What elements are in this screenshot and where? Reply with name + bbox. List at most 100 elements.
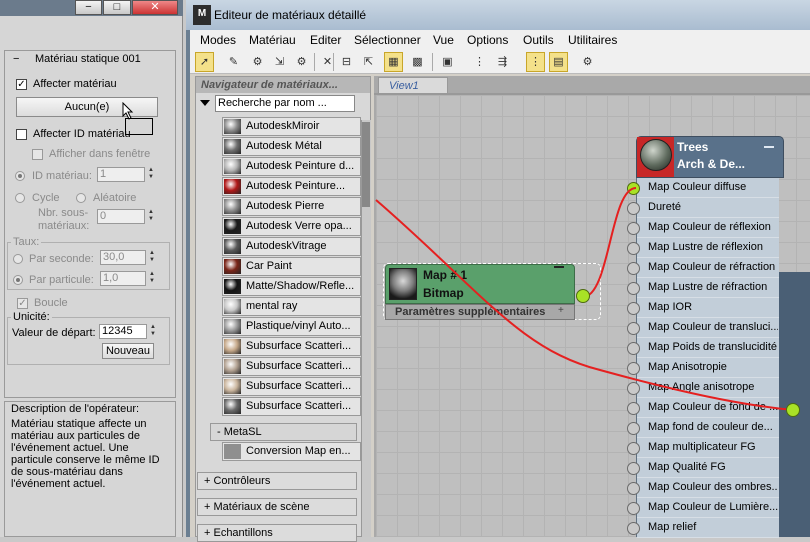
material-slot[interactable]: Map Poids de translucidité [627, 338, 779, 358]
assign-to-selection-icon[interactable]: ⇲ [270, 52, 289, 72]
material-item[interactable]: AutodeskVitrage [222, 237, 361, 256]
slot-input-port[interactable] [627, 322, 640, 335]
material-item[interactable]: Plastique/vinyl Auto... [222, 317, 361, 336]
slot-input-port[interactable] [627, 522, 640, 535]
additional-params-rollout[interactable]: Paramètres supplémentaires [385, 304, 575, 320]
navigator-options-icon[interactable] [200, 100, 210, 106]
material-slot[interactable]: Map Couleur de réfraction [627, 258, 779, 278]
slot-input-port[interactable] [627, 282, 640, 295]
put-to-scene-icon[interactable]: ⚙ [248, 52, 267, 72]
material-slot[interactable]: Map Lustre de réflexion [627, 238, 779, 258]
show-map-icon[interactable]: ▦ [384, 52, 403, 72]
pick-material-icon[interactable]: ✎ [224, 52, 243, 72]
assign-material-id-checkbox[interactable] [16, 129, 27, 140]
material-slot[interactable]: Map Couleur des ombres... [627, 478, 779, 498]
material-node-collapse-icon[interactable] [764, 146, 774, 148]
material-id-spinner[interactable]: ▲ ▼ [147, 167, 155, 182]
per-second-field[interactable]: 30,0 [100, 250, 146, 265]
sub-material-count-spinner[interactable]: ▲ ▼ [147, 209, 155, 224]
material-slot[interactable]: Map Qualité FG [627, 458, 779, 478]
material-slot[interactable]: Map fond de couleur de... [627, 418, 779, 438]
slot-input-port[interactable] [627, 382, 640, 395]
parameter-editor-icon[interactable]: ▤ [549, 52, 568, 72]
background-icon[interactable]: ▩ [408, 52, 427, 72]
menu-select[interactable]: Sélectionner [354, 33, 421, 47]
slot-input-port[interactable] [627, 362, 640, 375]
material-slot[interactable]: Map multiplicateur FG [627, 438, 779, 458]
material-item[interactable]: AutodeskMiroir [222, 117, 361, 136]
material-id-field[interactable]: 1 [97, 167, 145, 182]
metasl-category[interactable]: - MetaSL [210, 423, 357, 441]
copy-icon[interactable]: ✕ [318, 52, 337, 72]
material-slot[interactable]: Map Couleur de Lumière... [627, 498, 779, 518]
cycle-radio[interactable] [15, 193, 25, 203]
material-slot[interactable]: Map Angle anisotrope [627, 378, 779, 398]
menu-options[interactable]: Options [467, 33, 508, 47]
slot-input-port[interactable] [627, 402, 640, 415]
material-slot[interactable]: Map Anisotropie [627, 358, 779, 378]
material-item[interactable]: Autodesk Verre opa... [222, 217, 361, 236]
sub-material-count-field[interactable]: 0 [97, 209, 145, 224]
material-item[interactable]: mental ray [222, 297, 361, 316]
per-particle-field[interactable]: 1,0 [100, 271, 146, 286]
scene-materials-category[interactable]: + Matériaux de scène [197, 498, 357, 516]
expand-icon[interactable]: + [558, 305, 564, 316]
layout-icon[interactable]: ⋮ [470, 52, 489, 72]
slot-input-port[interactable] [627, 242, 640, 255]
material-slot[interactable]: Dureté [627, 198, 779, 218]
material-map-navigator-icon[interactable]: ⋮ [526, 52, 545, 72]
loop-checkbox[interactable]: ✓ [17, 298, 28, 309]
material-slot[interactable]: Map relief [627, 518, 779, 538]
navigator-search-input[interactable]: Recherche par nom ... [215, 95, 355, 112]
menu-view[interactable]: Vue [433, 33, 454, 47]
offscreen-output-port[interactable] [786, 403, 800, 417]
random-radio[interactable] [76, 193, 86, 203]
material-item[interactable]: Subsurface Scatteri... [222, 357, 361, 376]
slot-input-port[interactable] [627, 302, 640, 315]
material-slot[interactable]: Map Couleur diffuse [627, 178, 779, 198]
per-particle-radio[interactable] [13, 275, 23, 285]
assign-material-checkbox[interactable]: ✓ [16, 79, 27, 90]
move-children-icon[interactable]: ⊟ [337, 52, 356, 72]
slot-input-port[interactable] [627, 442, 640, 455]
per-second-radio[interactable] [13, 254, 23, 264]
menu-modes[interactable]: Modes [200, 33, 236, 47]
navigator-scroll-thumb[interactable] [362, 122, 370, 207]
per-particle-spinner[interactable]: ▲ ▼ [148, 271, 156, 286]
sample-type-icon[interactable]: ▣ [438, 52, 457, 72]
material-item[interactable]: Autodesk Pierre [222, 197, 361, 216]
reset-icon[interactable]: ⚙ [292, 52, 311, 72]
menu-edit[interactable]: Editer [310, 33, 341, 47]
show-in-viewport-icon[interactable]: ⇱ [359, 52, 378, 72]
slot-input-port[interactable] [627, 222, 640, 235]
rollout-collapse-icon[interactable]: − [13, 53, 19, 65]
bitmap-output-port[interactable] [576, 289, 590, 303]
material-none-button[interactable]: Aucun(e) [16, 97, 158, 117]
material-slot[interactable]: Map Couleur de fond de ... [627, 398, 779, 418]
menu-tools[interactable]: Outils [523, 33, 554, 47]
material-slot[interactable]: Map Couleur de transluci... [627, 318, 779, 338]
show-in-viewport-checkbox[interactable] [32, 149, 43, 160]
material-slot[interactable]: Map IOR [627, 298, 779, 318]
layout-children-icon[interactable]: ⇶ [493, 52, 512, 72]
menu-material[interactable]: Matériau [249, 33, 296, 47]
material-item[interactable]: Autodesk Métal [222, 137, 361, 156]
material-item[interactable]: Subsurface Scatteri... [222, 397, 361, 416]
seed-field[interactable]: 12345 [99, 324, 147, 339]
menu-utilities[interactable]: Utilitaires [568, 33, 617, 47]
material-item[interactable]: Subsurface Scatteri... [222, 377, 361, 396]
material-id-radio[interactable] [15, 171, 25, 181]
conversion-map-item[interactable]: Conversion Map en... [222, 442, 361, 461]
view-tab[interactable]: View1 [378, 77, 448, 94]
slot-input-port[interactable] [627, 342, 640, 355]
material-item[interactable]: Subsurface Scatteri... [222, 337, 361, 356]
maximize-button[interactable]: □ [103, 0, 131, 15]
per-second-spinner[interactable]: ▲ ▼ [148, 250, 156, 265]
material-item[interactable]: Matte/Shadow/Refle... [222, 277, 361, 296]
select-by-material-icon[interactable]: ⚙ [578, 52, 597, 72]
new-seed-button[interactable]: Nouveau [102, 343, 154, 359]
controllers-category[interactable]: + Contrôleurs [197, 472, 357, 490]
material-slot[interactable]: Map Lustre de réfraction [627, 278, 779, 298]
seed-spinner[interactable]: ▲ ▼ [149, 324, 157, 339]
slot-input-port[interactable] [627, 482, 640, 495]
